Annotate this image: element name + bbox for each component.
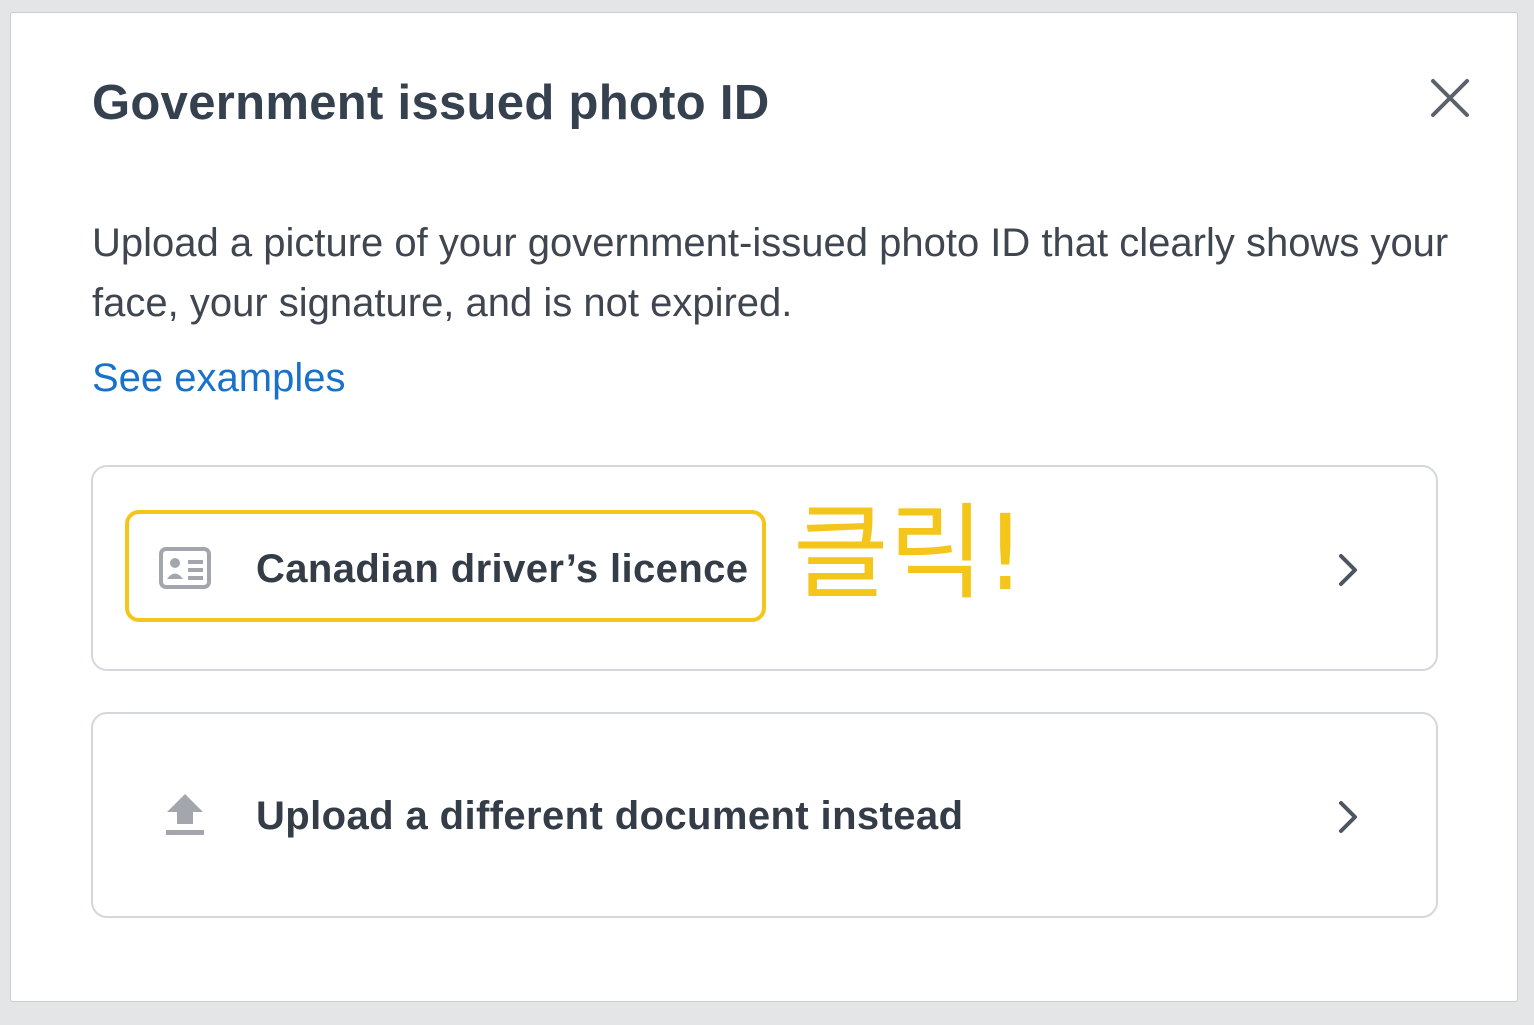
id-card-icon	[159, 546, 211, 590]
chevron-right-icon	[1336, 552, 1360, 588]
id-upload-dialog: Government issued photo ID Upload a pict…	[10, 12, 1518, 1002]
click-annotation: 클릭!	[793, 492, 1027, 614]
option-upload-different-document[interactable]: Upload a different document instead	[91, 712, 1438, 918]
dialog-title: Government issued photo ID	[92, 76, 770, 130]
close-icon	[1431, 79, 1469, 117]
upload-icon	[164, 792, 206, 838]
chevron-right-icon	[1336, 799, 1360, 835]
close-button[interactable]	[1425, 73, 1475, 123]
dialog-description: Upload a picture of your government-issu…	[92, 221, 1449, 325]
option-label: Upload a different document instead	[256, 794, 964, 838]
option-label: Canadian driver’s licence	[256, 547, 749, 591]
see-examples-link[interactable]: See examples	[92, 353, 345, 403]
option-canadian-drivers-licence[interactable]: Canadian driver’s licence 클릭!	[91, 465, 1438, 671]
